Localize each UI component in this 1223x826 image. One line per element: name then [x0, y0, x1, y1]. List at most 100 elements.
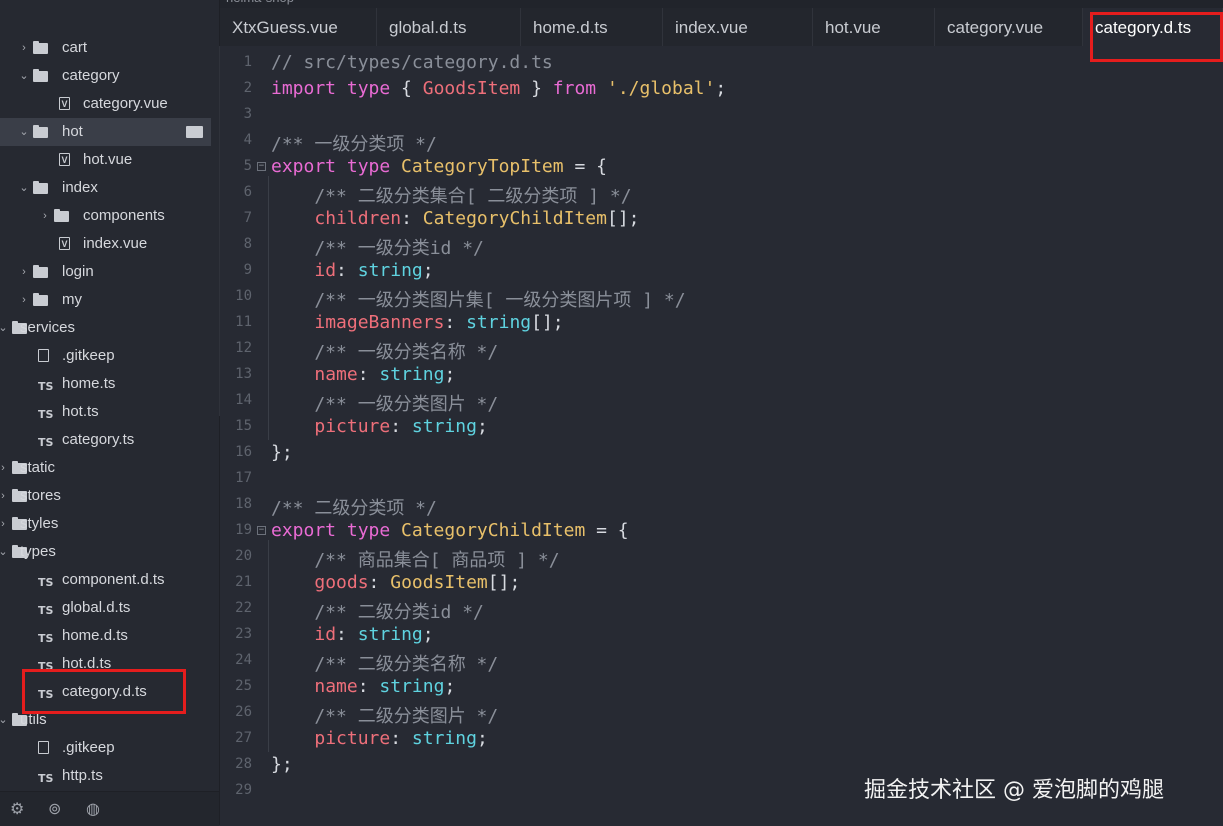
sidebar-item-component-d-ts[interactable]: TS component.d.ts [0, 566, 211, 594]
sidebar-item-index-vue[interactable]: Vindex.vue [0, 230, 211, 258]
sidebar-item-cart[interactable]: › cart [0, 34, 211, 62]
line-number: 28 [235, 756, 252, 772]
tab-bar: XtxGuess.vue global.d.ts home.d.ts index.vu… [220, 8, 1223, 46]
chevron-down-icon[interactable]: ⌄ [19, 125, 29, 139]
sidebar-footer: ⚙ ⊚ ◍ [0, 791, 219, 826]
breadcrumb[interactable]: heima-shop [226, 0, 294, 5]
tab-hot-vue[interactable]: hot.vue [813, 8, 935, 46]
code-line[interactable]: 27 picture: string; [220, 726, 1223, 752]
code-line[interactable]: 13 name: string; [220, 362, 1223, 388]
new-folder-icon[interactable] [186, 126, 203, 138]
sidebar-item-global-d-ts[interactable]: TS global.d.ts [0, 594, 211, 622]
line-number: 21 [235, 574, 252, 590]
sidebar-item-gitkeep[interactable]: .gitkeep [0, 734, 211, 762]
chevron-right-icon[interactable]: › [19, 293, 29, 307]
line-number: 14 [235, 392, 252, 408]
code-line[interactable]: 9 id: string; [220, 258, 1223, 284]
line-number: 24 [235, 652, 252, 668]
code-text: /** 一级分类名称 */ [271, 342, 499, 363]
sidebar-item-hot-vue[interactable]: Vhot.vue [0, 146, 211, 174]
sidebar-item-label: global.d.ts [62, 599, 131, 616]
code-line[interactable]: 22 /** 二级分类id */ [220, 596, 1223, 623]
chevron-right-icon[interactable]: › [19, 265, 29, 279]
tab-home-d-ts[interactable]: home.d.ts [521, 8, 663, 46]
sidebar-item-home-ts[interactable]: TS home.ts [0, 370, 211, 398]
line-number: 7 [243, 210, 252, 226]
code-line[interactable]: 25 name: string; [220, 674, 1223, 700]
code-line[interactable]: 10 /** 一级分类图片集[ 一级分类图片项 ] */ [220, 284, 1223, 311]
code-line[interactable]: 15 picture: string; [220, 414, 1223, 440]
code-line[interactable]: 8 /** 一级分类id */ [220, 232, 1223, 259]
sidebar-item-gitkeep[interactable]: .gitkeep [0, 342, 211, 370]
code-line[interactable]: 2 import type { GoodsItem } from './globa… [220, 76, 1223, 102]
code-line[interactable]: 17 [220, 466, 1223, 492]
code-line[interactable]: 26 /** 二级分类图片 */ [220, 700, 1223, 727]
sidebar-item-category[interactable]: ⌄ category [0, 62, 211, 90]
chevron-down-icon[interactable]: ⌄ [19, 69, 29, 83]
code-line[interactable]: 14 /** 一级分类图片 */ [220, 388, 1223, 415]
sidebar-item-hot[interactable]: ⌄ hot [0, 118, 211, 146]
sidebar-item-http-ts[interactable]: TS http.ts [0, 762, 211, 790]
code-editor[interactable]: 1 // src/types/category.d.ts 2 import type … [220, 46, 1223, 825]
code-line[interactable]: 23 id: string; [220, 622, 1223, 648]
code-line[interactable]: 20 /** 商品集合[ 商品项 ] */ [220, 544, 1223, 571]
sidebar-item-hot-ts[interactable]: TS hot.ts [0, 398, 211, 426]
sidebar-item-label: category.ts [62, 431, 135, 448]
sidebar-item-label: hot.vue [83, 151, 133, 168]
code-line[interactable]: 5− export type CategoryTopItem = { [220, 154, 1223, 180]
fold-toggle-icon[interactable]: − [257, 162, 266, 171]
chevron-down-icon[interactable]: ⌄ [0, 545, 8, 559]
chevron-right-icon[interactable]: › [19, 41, 29, 55]
chevron-down-icon[interactable]: ⌄ [0, 321, 8, 335]
code-line[interactable]: 1 // src/types/category.d.ts [220, 50, 1223, 76]
code-line[interactable]: 11 imageBanners: string[]; [220, 310, 1223, 336]
line-number: 18 [235, 496, 252, 512]
sidebar-item-category-vue[interactable]: Vcategory.vue [0, 90, 211, 118]
sidebar-item-login[interactable]: › login [0, 258, 211, 286]
tab-global-d-ts[interactable]: global.d.ts [377, 8, 521, 46]
sidebar-item-label: .gitkeep [62, 347, 115, 364]
sidebar-item-label: index.vue [83, 235, 148, 252]
chevron-down-icon[interactable]: ⌄ [19, 181, 29, 195]
fold-toggle-icon[interactable]: − [257, 526, 266, 535]
sidebar-item-index[interactable]: ⌄ index [0, 174, 211, 202]
line-number: 22 [235, 600, 252, 616]
chevron-right-icon[interactable]: › [40, 209, 50, 223]
folder-icon [33, 69, 49, 83]
code-line[interactable]: 4 /** 一级分类项 */ [220, 128, 1223, 155]
code-line[interactable]: 3 [220, 102, 1223, 128]
code-line[interactable]: 18 /** 二级分类项 */ [220, 492, 1223, 519]
tab-category-vue[interactable]: category.vue [935, 8, 1083, 46]
code-line[interactable]: 12 /** 一级分类名称 */ [220, 336, 1223, 363]
sidebar-item-services[interactable]: ⌄ services [0, 314, 211, 342]
sidebar-item-styles[interactable]: › styles [0, 510, 211, 538]
tab-index-vue[interactable]: index.vue [663, 8, 813, 46]
debug-icon[interactable]: ⚙ [10, 799, 24, 819]
code-text: }; [271, 442, 293, 463]
sidebar-item-stores[interactable]: › stores [0, 482, 211, 510]
chevron-right-icon[interactable]: › [0, 517, 8, 531]
sidebar-item-label: hot [62, 123, 83, 140]
code-text: name: string; [314, 676, 456, 697]
code-line[interactable]: 21 goods: GoodsItem[]; [220, 570, 1223, 596]
chevron-down-icon[interactable]: ⌄ [0, 713, 8, 727]
sidebar-item-components[interactable]: › components [0, 202, 211, 230]
sidebar-item-home-d-ts[interactable]: TS home.d.ts [0, 622, 211, 650]
git-icon[interactable]: ⊚ [48, 799, 61, 819]
sidebar-item-category-ts[interactable]: TS category.ts [0, 426, 211, 454]
sidebar-item-types[interactable]: ⌄ types [0, 538, 211, 566]
code-line[interactable]: 24 /** 二级分类名称 */ [220, 648, 1223, 675]
code-line[interactable]: 19− export type CategoryChildItem = { [220, 518, 1223, 544]
chevron-right-icon[interactable]: › [0, 489, 8, 503]
tab-xtxguess-vue[interactable]: XtxGuess.vue [220, 8, 377, 46]
palette-icon[interactable]: ◍ [86, 799, 100, 819]
chevron-right-icon[interactable]: › [0, 461, 8, 475]
code-line[interactable]: 16}; [220, 440, 1223, 466]
code-text: /** 二级分类图片 */ [271, 706, 499, 727]
typescript-file-icon: TS [38, 632, 54, 645]
sidebar-item-static[interactable]: › static [0, 454, 211, 482]
code-line[interactable]: 7 children: CategoryChildItem[]; [220, 206, 1223, 232]
sidebar-item-my[interactable]: › my [0, 286, 211, 314]
code-line[interactable]: 6 /** 二级分类集合[ 二级分类项 ] */ [220, 180, 1223, 207]
line-number: 9 [243, 262, 252, 278]
